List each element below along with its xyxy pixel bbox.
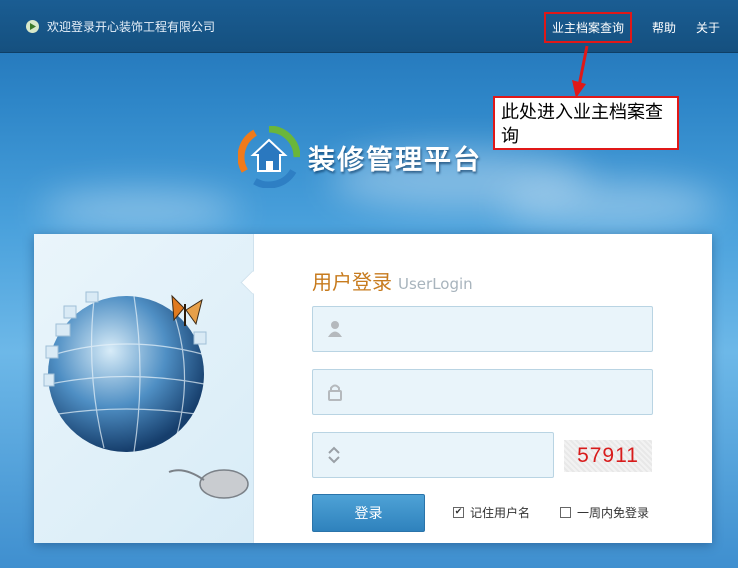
lock-icon [328, 384, 342, 401]
username-field[interactable] [312, 306, 653, 352]
remember-username-label: 记住用户名 [470, 506, 531, 520]
panel-illustration [34, 234, 254, 543]
login-panel: 用户登录 UserLogin 57911 登录 ✔ 记住用户名 一周内免登录 [34, 234, 712, 543]
user-icon [328, 321, 342, 337]
sort-arrows-icon [328, 446, 340, 464]
captcha-input[interactable] [355, 441, 539, 471]
help-link[interactable]: 帮助 [652, 19, 676, 36]
cloud-decoration [40, 190, 240, 230]
play-icon [26, 20, 39, 33]
checkbox-checked-icon[interactable]: ✔ [453, 507, 464, 518]
callout-arrow-icon [572, 45, 589, 98]
house-logo-icon [238, 126, 300, 188]
login-title: 用户登录 UserLogin [312, 266, 473, 295]
brand-title: 装修管理平台 [308, 144, 482, 176]
annotation-callout: 此处进入业主档案查询 [493, 96, 679, 150]
login-subtitle: UserLogin [398, 275, 473, 293]
password-input[interactable] [355, 378, 639, 408]
puzzle-globe-icon [43, 291, 249, 499]
username-input[interactable] [355, 315, 639, 345]
checkbox-unchecked-icon[interactable] [560, 507, 571, 518]
cloud-decoration [500, 180, 720, 230]
login-title-text: 用户登录 [312, 270, 392, 294]
captcha-image[interactable]: 57911 [564, 440, 652, 472]
captcha-field[interactable] [312, 432, 554, 478]
login-button[interactable]: 登录 [312, 494, 425, 532]
about-link[interactable]: 关于 [696, 19, 720, 36]
week-autologin-label: 一周内免登录 [577, 506, 650, 520]
owner-records-query-link[interactable]: 业主档案查询 [543, 12, 632, 43]
password-field[interactable] [312, 369, 653, 415]
brand-logo: 装修管理平台 [238, 126, 482, 188]
welcome-message: 欢迎登录开心装饰工程有限公司 [26, 18, 215, 35]
top-bar: 欢迎登录开心装饰工程有限公司 业主档案查询 帮助 关于 [0, 0, 738, 53]
welcome-text: 欢迎登录开心装饰工程有限公司 [47, 20, 216, 34]
week-autologin-checkbox[interactable]: 一周内免登录 [560, 504, 649, 521]
top-nav: 业主档案查询 帮助 关于 [543, 12, 720, 43]
remember-username-checkbox[interactable]: ✔ 记住用户名 [453, 504, 530, 521]
